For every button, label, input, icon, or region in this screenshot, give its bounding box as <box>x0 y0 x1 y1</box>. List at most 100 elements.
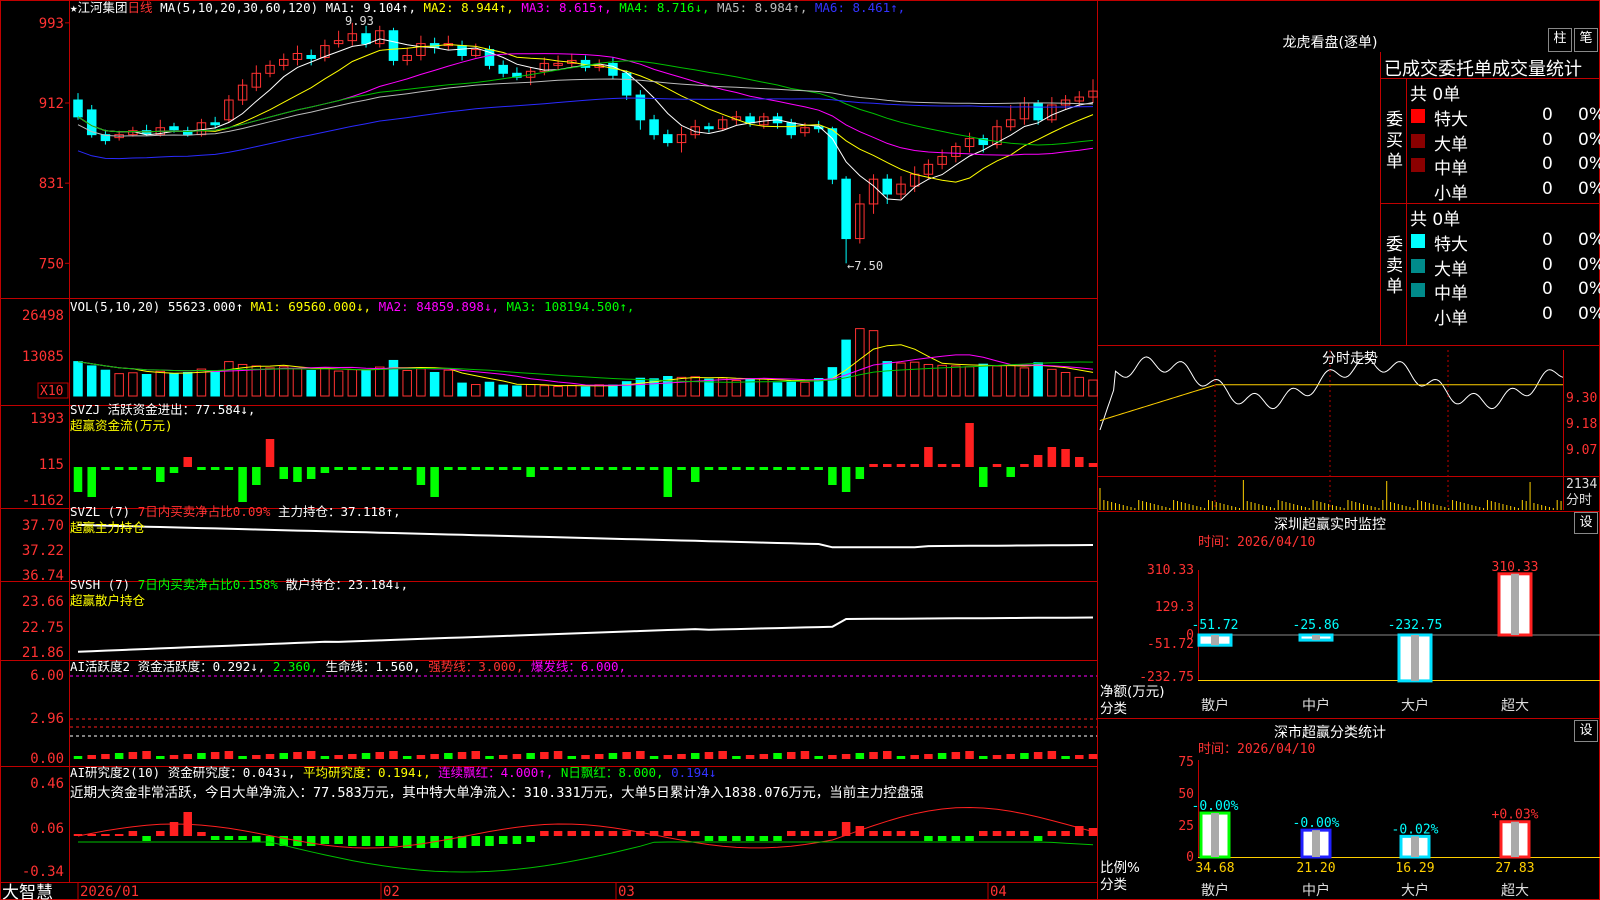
tick-mode-button[interactable]: 笔 <box>1574 28 1598 52</box>
research-bar <box>594 831 604 836</box>
activity-bar <box>979 756 988 759</box>
vol-value: 55623.000↑ <box>167 299 244 314</box>
class-value-label: 27.83 <box>1495 861 1534 876</box>
research-bar <box>389 836 398 846</box>
fund-flow-bar <box>1061 449 1070 467</box>
fund-flow-bar <box>128 467 138 470</box>
class-change-label: -0.02% <box>1392 822 1439 837</box>
order-type: 中单 <box>1434 284 1468 304</box>
activity-bar <box>402 756 412 759</box>
activity-bar <box>704 752 714 759</box>
activity-bar <box>759 754 769 759</box>
fund-flow-bar <box>389 467 398 470</box>
research-bar <box>1088 828 1098 836</box>
activity-bar <box>183 754 192 759</box>
volume-bar <box>786 380 796 397</box>
star-icon[interactable]: ★ <box>70 0 78 15</box>
fund-flow-bar <box>855 467 865 479</box>
volume-bar <box>800 381 810 397</box>
order-pct: 0% <box>1578 279 1600 299</box>
class-y-tick: 75 <box>1178 755 1194 770</box>
intraday-y-tick: 9.30 <box>1566 391 1597 406</box>
activity-bar <box>471 751 481 759</box>
research-bar <box>924 836 933 841</box>
volume-bar <box>978 363 989 397</box>
volume-bar <box>169 373 179 397</box>
svzj-header: SVZJ 活跃资金进出：77.584↓, <box>70 403 255 417</box>
volume-bar <box>731 380 742 397</box>
vol-ma-values: MA1: 69560.000↓, MA2: 84859.898↓, MA3: 1… <box>251 299 635 314</box>
volume-bar <box>951 365 961 397</box>
candle-body <box>786 122 796 136</box>
bar-mode-button[interactable]: 柱 <box>1548 28 1572 52</box>
order-pct: 0% <box>1578 230 1600 250</box>
volume-bar <box>210 370 220 397</box>
volume-bar <box>827 367 838 397</box>
fund-flow-bar <box>87 467 96 497</box>
volume-bar <box>512 385 522 397</box>
research-bar <box>224 836 234 840</box>
order-pct: 0% <box>1578 129 1600 150</box>
volume-bar <box>278 366 289 397</box>
class-value-label: 34.68 <box>1195 861 1234 876</box>
activity-bar <box>375 752 385 759</box>
ai2-avg-research: 平均研究度：0.194↓, <box>302 765 431 780</box>
candle-body <box>882 178 893 195</box>
activity-bar <box>841 754 851 759</box>
candle-body <box>306 54 316 59</box>
activity-bar <box>444 753 453 759</box>
activity-bar <box>814 756 823 759</box>
sell-order-label: 委卖单 <box>1386 235 1403 297</box>
period-label[interactable]: 日线 <box>128 0 153 15</box>
order-color-swatch <box>1411 158 1425 172</box>
research-bar <box>937 836 947 841</box>
sz-class-settings-button[interactable]: 设 <box>1574 720 1598 742</box>
monitor-bar-shade <box>1312 635 1320 641</box>
order-count: 0 <box>1542 129 1553 150</box>
fund-flow-bar <box>1075 457 1084 467</box>
activity-bar <box>1061 756 1070 759</box>
order-count: 0 <box>1542 230 1553 250</box>
research-bar <box>114 834 124 836</box>
fund-flow-bar <box>732 467 741 470</box>
volume-bar <box>868 330 879 397</box>
activity-bar <box>389 751 398 759</box>
activity-bar <box>101 754 110 759</box>
research-bar <box>485 836 494 846</box>
research-bar <box>992 831 1002 836</box>
sz-monitor-settings-button[interactable]: 设 <box>1574 512 1598 534</box>
fund-flow-bar <box>581 467 590 470</box>
fund-flow-bar <box>924 447 933 467</box>
ai1-strongline: 强势线：3.000, <box>428 659 524 674</box>
fund-flow-bar <box>896 464 906 467</box>
activity-bar <box>581 755 590 759</box>
activity-bar <box>1006 754 1015 759</box>
fund-flow-bar <box>293 467 302 482</box>
volume-bar <box>896 362 906 397</box>
activity-bar <box>128 752 138 759</box>
research-bar <box>910 831 919 836</box>
research-bar <box>334 836 343 844</box>
fund-flow-bar <box>183 457 192 467</box>
research-bar <box>951 836 961 841</box>
lhb-title: 龙虎看盘(逐单) <box>1282 35 1378 51</box>
order-type: 特大 <box>1434 110 1468 130</box>
research-bar <box>759 836 769 841</box>
class-y-tick: 0 <box>1186 850 1194 865</box>
volume-bar <box>416 368 426 397</box>
candle-body <box>210 122 220 126</box>
class-bar-shade <box>1511 821 1519 857</box>
fund-flow-bar <box>910 464 919 467</box>
volume-bar <box>484 381 495 397</box>
research-bar <box>526 836 535 842</box>
candle-body <box>457 45 467 56</box>
volume-bar <box>182 371 193 397</box>
volume-bar <box>580 386 591 397</box>
intraday-y-tick: 9.18 <box>1566 417 1597 432</box>
sz-monitor-time: 时间：2026/04/10 <box>1198 535 1316 550</box>
volume-bar <box>594 384 604 397</box>
activity-bar <box>156 756 165 759</box>
fund-flow-bar <box>759 467 769 470</box>
monitor-bar-shade <box>1411 635 1419 681</box>
activity-bar <box>293 752 302 759</box>
